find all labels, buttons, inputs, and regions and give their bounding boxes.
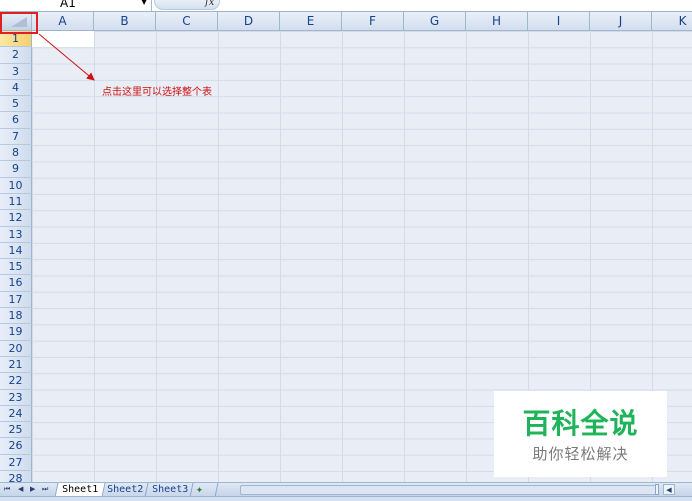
row-header-6[interactable]: 6 (0, 112, 32, 129)
sheet-tabs-bar: ⏮ ◀ ▶ ⏭ Sheet1 Sheet2 Sheet3 ✦ ◀ (0, 482, 692, 496)
row-header-18[interactable]: 18 (0, 308, 32, 325)
horizontal-scrollbar[interactable] (240, 485, 658, 495)
row-header-2[interactable]: 2 (0, 47, 32, 64)
row-header-8[interactable]: 8 (0, 145, 32, 162)
tab-sheet1[interactable]: Sheet1 (54, 483, 106, 496)
name-box-value: A1 (60, 0, 76, 10)
row-header-11[interactable]: 11 (0, 193, 32, 211)
row-header-21[interactable]: 21 (0, 356, 32, 374)
insert-function-icon[interactable]: fx (205, 0, 214, 8)
row-header-13[interactable]: 13 (0, 226, 32, 243)
column-header-g[interactable]: G (404, 12, 466, 31)
select-all-highlight-box (0, 12, 38, 34)
tab-sheet2[interactable]: Sheet2 (99, 483, 151, 496)
row-header-3[interactable]: 3 (0, 63, 32, 80)
column-headers: ABCDEFGHIJK (32, 12, 692, 31)
insert-sheet-icon: ✦ (196, 486, 204, 496)
tab-label: Sheet1 (62, 484, 99, 495)
row-header-14[interactable]: 14 (0, 242, 32, 260)
last-sheet-icon[interactable]: ⏭ (42, 483, 48, 496)
row-header-12[interactable]: 12 (0, 210, 32, 227)
column-header-f[interactable]: F (342, 12, 404, 31)
row-header-7[interactable]: 7 (0, 128, 32, 146)
column-header-k[interactable]: K (652, 12, 692, 31)
row-header-24[interactable]: 24 (0, 405, 32, 423)
column-header-a[interactable]: A (32, 12, 94, 31)
row-header-22[interactable]: 22 (0, 373, 32, 390)
row-header-16[interactable]: 16 (0, 275, 32, 292)
row-header-4[interactable]: 4 (0, 79, 32, 97)
column-header-e[interactable]: E (280, 12, 342, 31)
name-box-dropdown-icon[interactable]: ▼ (141, 0, 147, 6)
column-header-j[interactable]: J (590, 12, 652, 31)
tab-label: Sheet3 (152, 484, 189, 495)
row-header-25[interactable]: 25 (0, 422, 32, 439)
prev-sheet-icon[interactable]: ◀ (18, 483, 23, 496)
row-header-28[interactable]: 28 (0, 471, 32, 482)
watermark-logo: 百科全说 助你轻松解决 (494, 391, 667, 477)
active-cell-a1[interactable] (32, 31, 94, 47)
row-header-17[interactable]: 17 (0, 291, 32, 309)
formula-bar: A1 ▼ fx (0, 0, 692, 12)
watermark-title: 百科全说 (522, 407, 639, 440)
annotation-label: 点击这里可以选择整个表 (102, 87, 212, 98)
name-box[interactable]: A1 ▼ (0, 0, 152, 11)
row-header-19[interactable]: 19 (0, 324, 32, 341)
row-header-20[interactable]: 20 (0, 340, 32, 357)
row-header-10[interactable]: 10 (0, 177, 32, 194)
column-header-b[interactable]: B (94, 12, 156, 31)
insert-sheet-button[interactable]: ✦ (189, 483, 219, 496)
status-bar (0, 496, 692, 501)
first-sheet-icon[interactable]: ⏮ (4, 483, 10, 496)
column-header-i[interactable]: I (528, 12, 590, 31)
next-sheet-icon[interactable]: ▶ (30, 483, 35, 496)
row-header-27[interactable]: 27 (0, 454, 32, 472)
tab-label: Sheet2 (107, 484, 144, 495)
tab-split-handle[interactable] (655, 484, 659, 495)
row-header-15[interactable]: 15 (0, 259, 32, 276)
scroll-left-icon[interactable]: ◀ (663, 484, 675, 495)
row-header-26[interactable]: 26 (0, 438, 32, 455)
sheet-tab-list: Sheet1 Sheet2 Sheet3 ✦ (54, 483, 219, 496)
row-header-23[interactable]: 23 (0, 389, 32, 406)
row-header-5[interactable]: 5 (0, 96, 32, 113)
tab-sheet3[interactable]: Sheet3 (144, 483, 196, 496)
watermark-subtitle: 助你轻松解决 (532, 445, 629, 463)
column-header-h[interactable]: H (466, 12, 528, 31)
column-header-c[interactable]: C (156, 12, 218, 31)
row-header-9[interactable]: 9 (0, 161, 32, 178)
row-headers: 1 2 3 4 5 6 7 8 9 10 11 12 13 14 15 16 17 18 19 20 21 22 23 24 2… (0, 31, 32, 482)
column-header-d[interactable]: D (218, 12, 280, 31)
